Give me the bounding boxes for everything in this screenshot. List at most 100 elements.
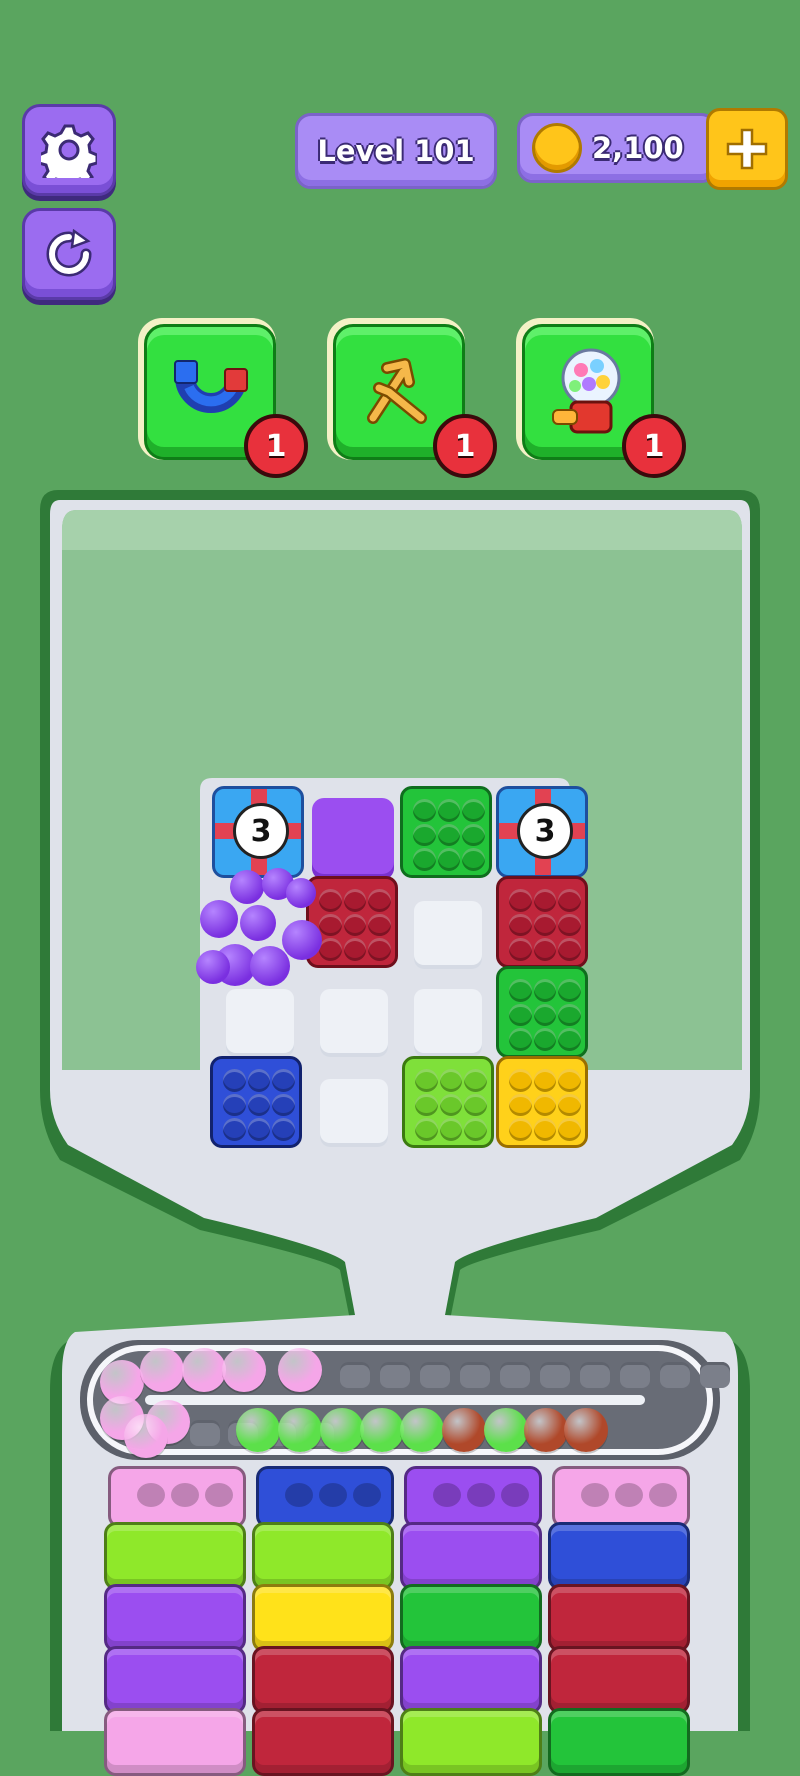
booster-swap[interactable]: 1 <box>327 318 497 478</box>
peg <box>415 1069 438 1092</box>
conveyor-ball <box>222 1348 266 1392</box>
ball-hole <box>501 1483 529 1507</box>
peg <box>343 938 367 961</box>
booster-magnet[interactable]: 1 <box>138 318 308 478</box>
peg <box>509 1028 532 1051</box>
gift-counter: 3 <box>517 803 573 859</box>
booster-gumball[interactable]: 1 <box>516 318 686 478</box>
peg <box>533 938 557 961</box>
conveyor-ball <box>442 1408 486 1452</box>
peg <box>464 1069 487 1092</box>
purple-ball <box>196 950 230 984</box>
peg <box>558 913 581 937</box>
peg <box>558 1028 581 1051</box>
peg <box>533 1093 557 1117</box>
peg <box>319 913 342 937</box>
column-top-holder[interactable] <box>552 1466 690 1528</box>
empty-cell <box>320 989 388 1057</box>
peg <box>272 1118 295 1141</box>
peg <box>533 979 557 1002</box>
gumball-machine-icon <box>552 348 621 434</box>
tile-red[interactable] <box>306 876 398 968</box>
add-coins-button[interactable] <box>706 108 788 190</box>
level-indicator: Level 101 <box>295 113 497 189</box>
empty-cell <box>414 989 482 1057</box>
column-block <box>400 1522 542 1590</box>
conveyor-ball <box>320 1408 364 1452</box>
restart-button[interactable] <box>22 208 116 300</box>
tile-yellow[interactable] <box>496 1056 588 1148</box>
conveyor-ball <box>278 1408 322 1452</box>
ball-hole <box>581 1483 609 1507</box>
coin-amount: 2,100 <box>592 131 684 165</box>
peg <box>415 1118 438 1141</box>
empty-cell <box>414 901 482 969</box>
ball-hole <box>319 1483 347 1507</box>
gift-box-tile[interactable]: 3 <box>212 786 304 878</box>
conveyor-ball <box>524 1408 568 1452</box>
column-block <box>400 1646 542 1714</box>
purple-ball <box>282 920 322 960</box>
tile-green[interactable] <box>400 786 492 878</box>
conveyor-ball <box>236 1408 280 1452</box>
magnet-icon <box>174 360 248 413</box>
tile-red[interactable] <box>496 876 588 968</box>
conveyor-slot <box>540 1362 570 1388</box>
gift-box-tile[interactable]: 3 <box>496 786 588 878</box>
tile-blue[interactable] <box>210 1056 302 1148</box>
ball-hole <box>137 1483 165 1507</box>
conveyor-slot <box>340 1362 370 1388</box>
peg <box>462 799 485 822</box>
peg <box>509 889 532 912</box>
settings-button[interactable] <box>22 104 116 196</box>
peg <box>558 979 581 1002</box>
tile-green[interactable] <box>496 966 588 1058</box>
purple-ball <box>240 905 276 941</box>
conveyor-ball <box>124 1414 168 1458</box>
peg <box>533 1028 557 1051</box>
column-block <box>252 1646 394 1714</box>
column-top-holder[interactable] <box>108 1466 246 1528</box>
peg <box>343 913 367 937</box>
level-label: Level 101 <box>317 134 475 168</box>
column-top-holder[interactable] <box>404 1466 542 1528</box>
peg <box>272 1069 295 1092</box>
peg <box>533 1003 557 1027</box>
purple-ball <box>250 946 290 986</box>
peg <box>533 1069 557 1092</box>
peg <box>558 1069 581 1092</box>
column-block <box>548 1708 690 1776</box>
peg <box>462 823 485 847</box>
peg <box>509 913 532 937</box>
gear-icon <box>41 124 97 178</box>
coin-counter: 2,100 <box>517 113 717 183</box>
peg <box>509 979 532 1002</box>
column-block <box>104 1584 246 1652</box>
purple-ball <box>200 900 238 938</box>
peg <box>533 1118 557 1141</box>
column-block <box>252 1522 394 1590</box>
booster-count-badge: 1 <box>244 414 308 478</box>
tile-lime[interactable] <box>402 1056 494 1148</box>
column-block <box>548 1584 690 1652</box>
ball-hole <box>467 1483 495 1507</box>
conveyor-slot <box>700 1362 730 1388</box>
peg <box>437 848 461 871</box>
ball-hole <box>649 1483 677 1507</box>
column-block <box>548 1646 690 1714</box>
tile-purple[interactable] <box>312 798 394 880</box>
column-top-holder[interactable] <box>256 1466 394 1528</box>
peg <box>437 799 461 822</box>
peg <box>509 1118 532 1141</box>
peg <box>509 1093 532 1117</box>
peg <box>247 1118 271 1141</box>
column-block <box>104 1708 246 1776</box>
peg <box>272 1093 295 1117</box>
peg <box>558 938 581 961</box>
column-block <box>400 1584 542 1652</box>
conveyor-ball <box>278 1348 322 1392</box>
peg <box>558 1118 581 1141</box>
conveyor-slot <box>460 1362 490 1388</box>
gift-counter: 3 <box>233 803 289 859</box>
peg <box>533 913 557 937</box>
